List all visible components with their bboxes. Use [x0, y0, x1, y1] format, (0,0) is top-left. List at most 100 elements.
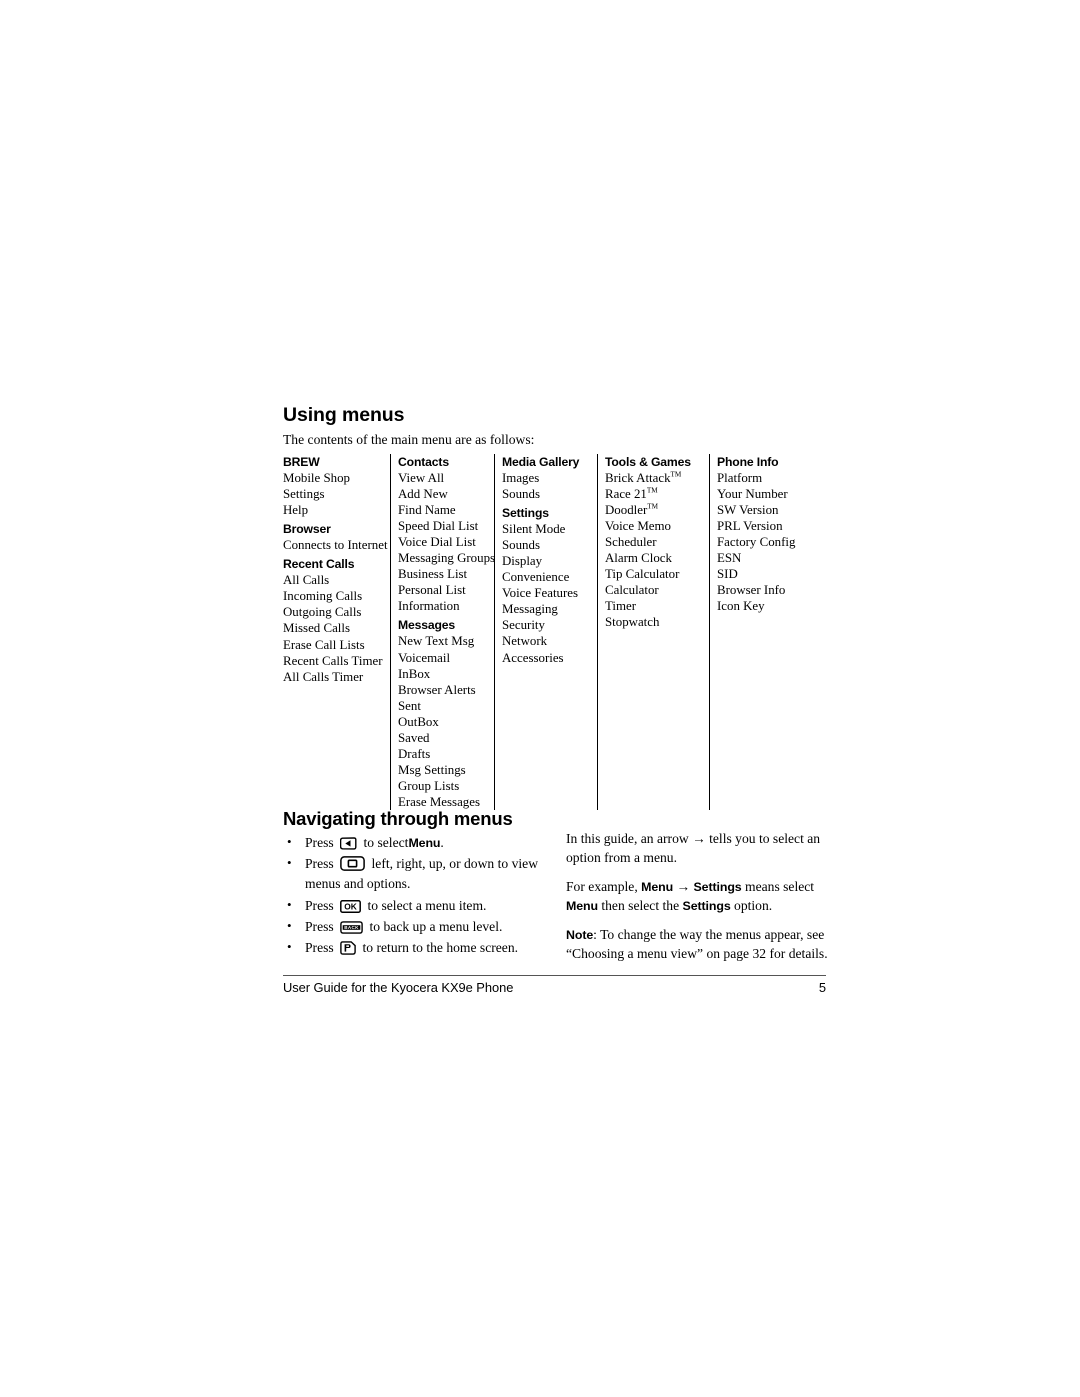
menu-item[interactable]: Messaging — [502, 601, 593, 617]
press-label: Press — [305, 939, 334, 955]
menu-item[interactable]: ESN — [717, 550, 822, 566]
key-instructions-column: Press to selectMenu. Press — [283, 829, 566, 974]
back-key-icon[interactable]: BACK — [340, 920, 363, 934]
menu-heading: BREW — [283, 454, 320, 469]
settings-bold-label: Settings — [682, 898, 731, 913]
menu-item[interactable]: Images — [502, 470, 593, 486]
menu-heading: Messages — [398, 618, 456, 633]
arrow-glyph: → — [676, 879, 691, 895]
menu-item[interactable]: Voice Memo — [605, 518, 705, 534]
menu-item[interactable]: Voicemail — [398, 650, 490, 666]
menu-item[interactable]: Voice Dial List — [398, 534, 490, 550]
menu-item[interactable]: Silent Mode — [502, 521, 593, 537]
arrow-explanation-paragraph: In this guide, an arrow → tells you to s… — [566, 830, 828, 867]
menu-item[interactable]: InBox — [398, 666, 490, 682]
menu-item[interactable]: Settings — [283, 486, 386, 502]
example-prefix: For example, — [566, 879, 638, 895]
menu-column-phone-info: Phone Info Platform Your Number SW Versi… — [709, 453, 826, 811]
menu-item[interactable]: Help — [283, 502, 386, 518]
menu-item[interactable]: SID — [717, 566, 822, 582]
instruction-text: to back up a menu level. — [369, 918, 503, 934]
menu-item[interactable]: Mobile Shop — [283, 470, 386, 486]
menu-item[interactable]: Connects to Internet — [283, 537, 388, 553]
menu-item[interactable]: PRL Version — [717, 518, 822, 534]
menu-item[interactable]: Personal List — [398, 582, 490, 598]
menu-item[interactable]: Sent — [398, 698, 490, 714]
menu-heading: Media Gallery — [502, 454, 580, 469]
menu-item[interactable]: Your Number — [717, 486, 822, 502]
menu-bold-label: Menu — [408, 836, 441, 851]
menu-column-contacts: Contacts View All Add New Find Name Spee… — [390, 453, 495, 811]
menu-item[interactable]: SW Version — [717, 502, 822, 518]
menu-item[interactable]: Platform — [717, 470, 822, 486]
menu-item[interactable]: Incoming Calls — [283, 588, 386, 604]
menu-item[interactable]: New Text Msg — [398, 633, 490, 649]
list-item: Press OK to select a menu item. — [283, 895, 566, 916]
menu-item[interactable]: Convenience — [502, 569, 593, 585]
menu-item[interactable]: Drafts — [398, 746, 490, 762]
menu-item[interactable]: Security — [502, 617, 593, 633]
intro-text: The contents of the main menu are as fol… — [283, 432, 535, 448]
end-key-icon[interactable] — [340, 941, 356, 955]
menu-item[interactable]: Missed Calls — [283, 620, 386, 636]
menu-item[interactable]: Sounds — [502, 486, 593, 502]
menu-item[interactable]: Add New — [398, 486, 490, 502]
menu-item[interactable]: Group Lists — [398, 778, 490, 794]
menu-item[interactable]: Icon Key — [717, 598, 822, 614]
menu-column-brew: BREW Mobile Shop Settings Help Browser C… — [283, 454, 390, 810]
menu-item[interactable]: Accessories — [502, 650, 593, 666]
menu-item[interactable]: Stopwatch — [605, 614, 705, 630]
menu-item[interactable]: Timer — [605, 598, 705, 614]
menu-item[interactable]: Browser Info — [717, 582, 822, 598]
menu-item[interactable]: Calculator — [605, 582, 705, 598]
menu-item[interactable]: All Calls Timer — [283, 669, 386, 685]
press-label: Press — [305, 897, 334, 913]
navigation-key-icon[interactable] — [340, 856, 365, 872]
example-mid2: then select the — [601, 897, 680, 913]
menu-item[interactable]: Voice Features — [502, 585, 593, 601]
menu-item[interactable]: Display — [502, 553, 593, 569]
arrow-explanation-part1: In this guide, an arrow — [566, 831, 689, 847]
menu-item[interactable]: Brick AttackTM — [605, 470, 705, 486]
page-title: Using menus — [283, 404, 405, 426]
left-softkey-icon[interactable] — [340, 837, 357, 850]
ok-key-icon[interactable]: OK — [340, 899, 362, 913]
menu-item[interactable]: Information — [398, 598, 490, 614]
menu-item[interactable]: Outgoing Calls — [283, 604, 386, 620]
menu-item[interactable]: Msg Settings — [398, 762, 490, 778]
menu-item[interactable]: OutBox — [398, 714, 490, 730]
menu-item[interactable]: Recent Calls Timer — [283, 653, 386, 669]
menu-item[interactable]: Scheduler — [605, 534, 705, 550]
menu-item[interactable]: Browser Alerts — [398, 682, 490, 698]
list-item: Press to selectMenu. — [283, 832, 566, 853]
document-page: Using menus The contents of the main men… — [0, 0, 1080, 1397]
menu-item[interactable]: All Calls — [283, 572, 386, 588]
menu-item[interactable]: Alarm Clock — [605, 550, 705, 566]
key-instruction-list: Press to selectMenu. Press — [283, 832, 566, 958]
list-item: Press to return to the home screen. — [283, 937, 566, 958]
main-menu-table: BREW Mobile Shop Settings Help Browser C… — [283, 453, 826, 811]
menu-item[interactable]: Speed Dial List — [398, 518, 490, 534]
menu-item[interactable]: Find Name — [398, 502, 490, 518]
press-label: Press — [305, 856, 334, 872]
navigating-through-menus-section: Navigating through menus Press to select… — [283, 808, 828, 974]
menu-item[interactable]: Sounds — [502, 537, 593, 553]
menu-item[interactable]: View All — [398, 470, 490, 486]
menu-item[interactable]: Business List — [398, 566, 490, 582]
instruction-period: . — [440, 835, 444, 851]
guide-notes-column: In this guide, an arrow → tells you to s… — [566, 829, 828, 974]
menu-item[interactable]: Factory Config — [717, 534, 822, 550]
settings-bold-label: Settings — [693, 880, 742, 895]
menu-bold-label: Menu — [566, 898, 598, 913]
menu-item[interactable]: Network — [502, 633, 593, 649]
menu-item[interactable]: Saved — [398, 730, 490, 746]
example-suffix: option. — [734, 897, 773, 913]
menu-item[interactable]: Messaging Groups — [398, 550, 495, 566]
menu-item[interactable]: DoodlerTM — [605, 502, 705, 518]
example-paragraph: For example, Menu → Settings means selec… — [566, 878, 828, 915]
instruction-text: to return to the home screen. — [362, 939, 519, 955]
menu-item[interactable]: Race 21TM — [605, 486, 705, 502]
menu-item[interactable]: Tip Calculator — [605, 566, 705, 582]
menu-heading: Contacts — [398, 454, 449, 469]
menu-item[interactable]: Erase Call Lists — [283, 637, 386, 653]
